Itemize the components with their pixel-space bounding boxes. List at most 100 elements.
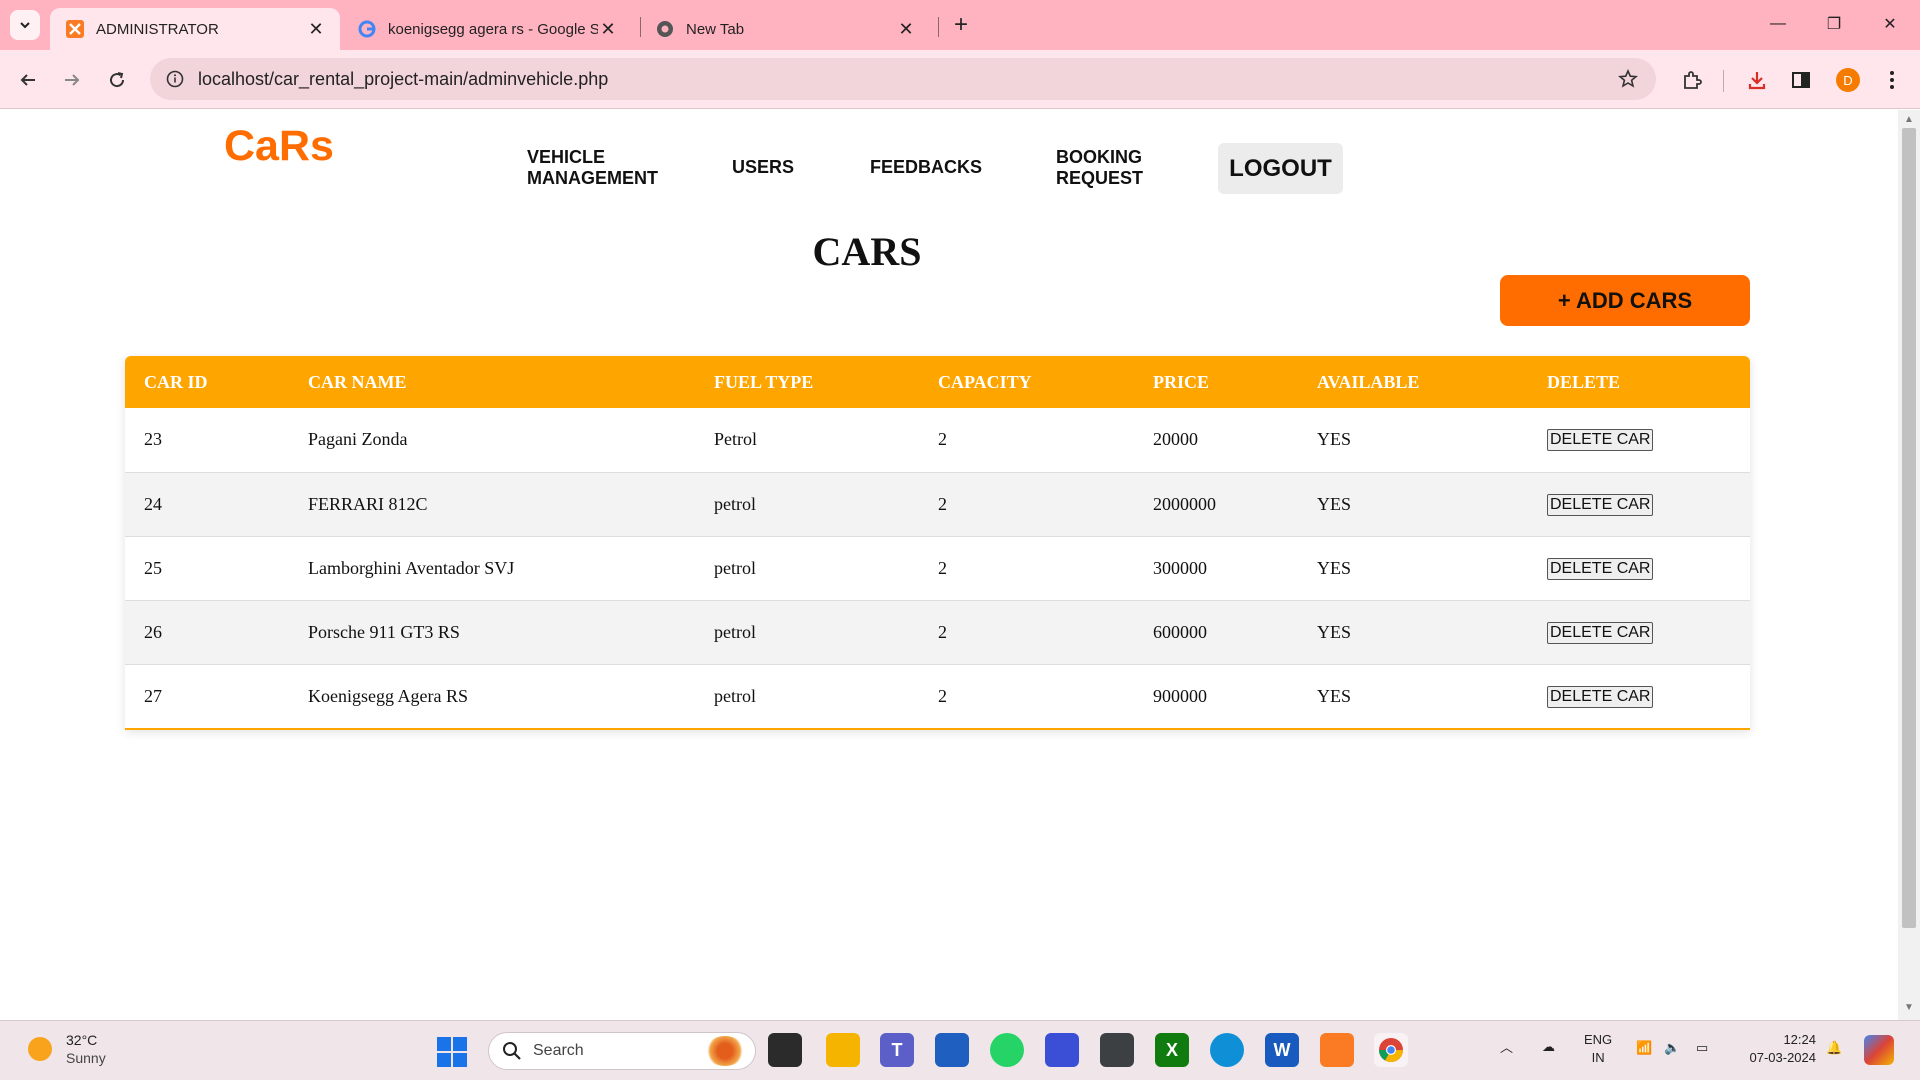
clock-date: 07-03-2024 <box>1749 1050 1817 1065</box>
column-header: CAR NAME <box>308 371 407 392</box>
tab-administrator[interactable]: ADMINISTRATOR ✕ <box>50 8 340 50</box>
system-clock[interactable]: 12:24 07-03-2024 <box>1746 1031 1817 1067</box>
tab-new-tab[interactable]: New Tab ✕ <box>640 8 930 50</box>
delete-cell: DELETE CAR <box>1528 664 1750 728</box>
onedrive-icon[interactable]: ☁ <box>1542 1038 1555 1056</box>
bookmark-star-icon[interactable] <box>1616 67 1640 91</box>
available-cell: YES <box>1317 557 1352 578</box>
logout-button[interactable]: LOGOUT <box>1218 143 1343 194</box>
download-icon <box>1748 72 1766 90</box>
delete-car-button[interactable]: DELETE CAR <box>1547 621 1654 644</box>
app-icon[interactable] <box>1100 1033 1134 1067</box>
extensions-button[interactable] <box>1676 64 1708 96</box>
chevron-down-icon <box>20 22 30 29</box>
table-row: 26 Porsche 911 GT3 RS petrol 2 600000 YE… <box>125 600 1750 664</box>
table-row: 27 Koenigsegg Agera RS petrol 2 900000 Y… <box>125 664 1750 728</box>
capacity-cell: 2 <box>938 493 947 514</box>
nav-booking-request[interactable]: BOOKING REQUEST <box>1056 147 1143 189</box>
microsoft-store-icon[interactable] <box>935 1033 969 1067</box>
minimize-icon: — <box>1770 15 1786 32</box>
delete-car-button[interactable]: DELETE CAR <box>1547 685 1654 708</box>
taskbar-search[interactable]: Search <box>488 1032 756 1070</box>
available-cell: YES <box>1317 429 1352 450</box>
weather-condition: Sunny <box>66 1050 106 1066</box>
close-window-button[interactable]: ✕ <box>1870 8 1910 40</box>
fuel-type-cell: petrol <box>714 621 756 642</box>
page-scrollbar[interactable]: ▲ ▼ <box>1898 110 1920 1020</box>
word-icon[interactable]: W <box>1265 1033 1299 1067</box>
whatsapp-icon[interactable] <box>990 1033 1024 1067</box>
windows-taskbar: 32°C Sunny Search T X W ︿ ☁ ENG IN 📶 🔈 ▭… <box>0 1020 1920 1080</box>
scrollbar-thumb[interactable] <box>1902 128 1916 928</box>
delete-car-button[interactable]: DELETE CAR <box>1547 493 1654 516</box>
new-tab-button[interactable]: + <box>948 11 974 38</box>
kebab-menu-icon <box>1890 71 1894 89</box>
nav-label-line2: MANAGEMENT <box>527 168 658 188</box>
xampp-icon[interactable] <box>1320 1033 1354 1067</box>
available-cell: YES <box>1317 621 1352 642</box>
address-bar[interactable]: localhost/car_rental_project-main/adminv… <box>150 58 1656 100</box>
battery-icon[interactable]: ▭ <box>1696 1039 1708 1057</box>
search-highlight-icon <box>705 1036 745 1066</box>
browser-tab-bar: ADMINISTRATOR ✕ koenigsegg agera rs - Go… <box>0 0 1920 50</box>
side-panel-button[interactable] <box>1785 64 1817 96</box>
available-cell: YES <box>1317 685 1352 706</box>
car-id-cell: 23 <box>144 429 162 450</box>
close-icon[interactable]: ✕ <box>598 19 618 39</box>
edge-icon[interactable] <box>1210 1033 1244 1067</box>
nav-feedbacks[interactable]: FEEDBACKS <box>870 157 982 178</box>
chrome-taskbar-button[interactable] <box>1374 1033 1408 1067</box>
app-icon[interactable] <box>1045 1033 1079 1067</box>
language-indicator[interactable]: ENG IN <box>1584 1031 1612 1067</box>
car-name-cell: Lamborghini Aventador SVJ <box>308 557 515 578</box>
delete-car-button[interactable]: DELETE CAR <box>1547 557 1654 580</box>
arrow-right-icon <box>65 74 80 86</box>
scroll-down-arrow-icon[interactable]: ▼ <box>1903 1002 1915 1014</box>
site-logo[interactable]: CaRs <box>224 122 334 171</box>
add-cars-button[interactable]: + ADD CARS <box>1500 275 1750 326</box>
volume-icon[interactable]: 🔈 <box>1664 1039 1680 1057</box>
close-icon[interactable]: ✕ <box>306 19 326 39</box>
delete-cell: DELETE CAR <box>1528 600 1750 664</box>
minimize-button[interactable]: — <box>1758 8 1798 40</box>
tab-google-search[interactable]: koenigsegg agera rs - Google S ✕ <box>342 8 632 50</box>
back-button[interactable] <box>12 64 44 96</box>
weather-widget[interactable]: 32°C Sunny <box>28 1031 106 1067</box>
delete-car-button[interactable]: DELETE CAR <box>1547 429 1654 452</box>
notification-bell-icon[interactable]: 🔔 <box>1826 1039 1842 1057</box>
scroll-up-arrow-icon[interactable]: ▲ <box>1903 114 1915 126</box>
search-icon <box>501 1040 523 1062</box>
profile-button[interactable]: D <box>1832 64 1864 96</box>
car-id-cell: 24 <box>144 493 162 514</box>
tab-search-button[interactable] <box>10 10 40 40</box>
cars-table: CAR ID CAR NAME FUEL TYPE CAPACITY PRICE… <box>125 356 1750 730</box>
reload-button[interactable] <box>101 64 133 96</box>
nav-vehicle-management[interactable]: VEHICLE MANAGEMENT <box>527 147 658 189</box>
nav-label-line1: FEEDBACKS <box>870 157 983 177</box>
browser-menu-button[interactable] <box>1876 64 1908 96</box>
restore-button[interactable]: ❐ <box>1814 8 1854 40</box>
xbox-icon[interactable]: X <box>1155 1033 1189 1067</box>
downloads-button[interactable] <box>1741 64 1773 96</box>
copilot-icon[interactable] <box>1864 1035 1894 1065</box>
delete-cell: DELETE CAR <box>1528 408 1750 472</box>
toolbar-separator <box>1723 70 1724 92</box>
region-code: IN <box>1591 1050 1605 1065</box>
teams-icon[interactable]: T <box>880 1033 914 1067</box>
puzzle-icon <box>1684 71 1702 89</box>
site-info-icon[interactable] <box>164 68 186 90</box>
show-hidden-icons-button[interactable]: ︿ <box>1500 1039 1513 1057</box>
file-explorer-icon[interactable] <box>826 1033 860 1067</box>
start-button[interactable] <box>437 1037 467 1067</box>
column-header: DELETE <box>1547 371 1621 392</box>
forward-button[interactable] <box>56 64 88 96</box>
wifi-icon[interactable]: 📶 <box>1636 1039 1652 1057</box>
nav-users[interactable]: USERS <box>732 157 794 178</box>
task-view-icon[interactable] <box>768 1033 802 1067</box>
nav-label-line1: BOOKING <box>1056 147 1143 167</box>
car-id-cell: 25 <box>144 557 162 578</box>
table-header-row: CAR ID CAR NAME FUEL TYPE CAPACITY PRICE… <box>125 356 1750 408</box>
table-row: 24 FERRARI 812C petrol 2 2000000 YES DEL… <box>125 472 1750 536</box>
close-icon[interactable]: ✕ <box>896 19 916 39</box>
chevron-up-icon: ︿ <box>1500 1040 1514 1055</box>
